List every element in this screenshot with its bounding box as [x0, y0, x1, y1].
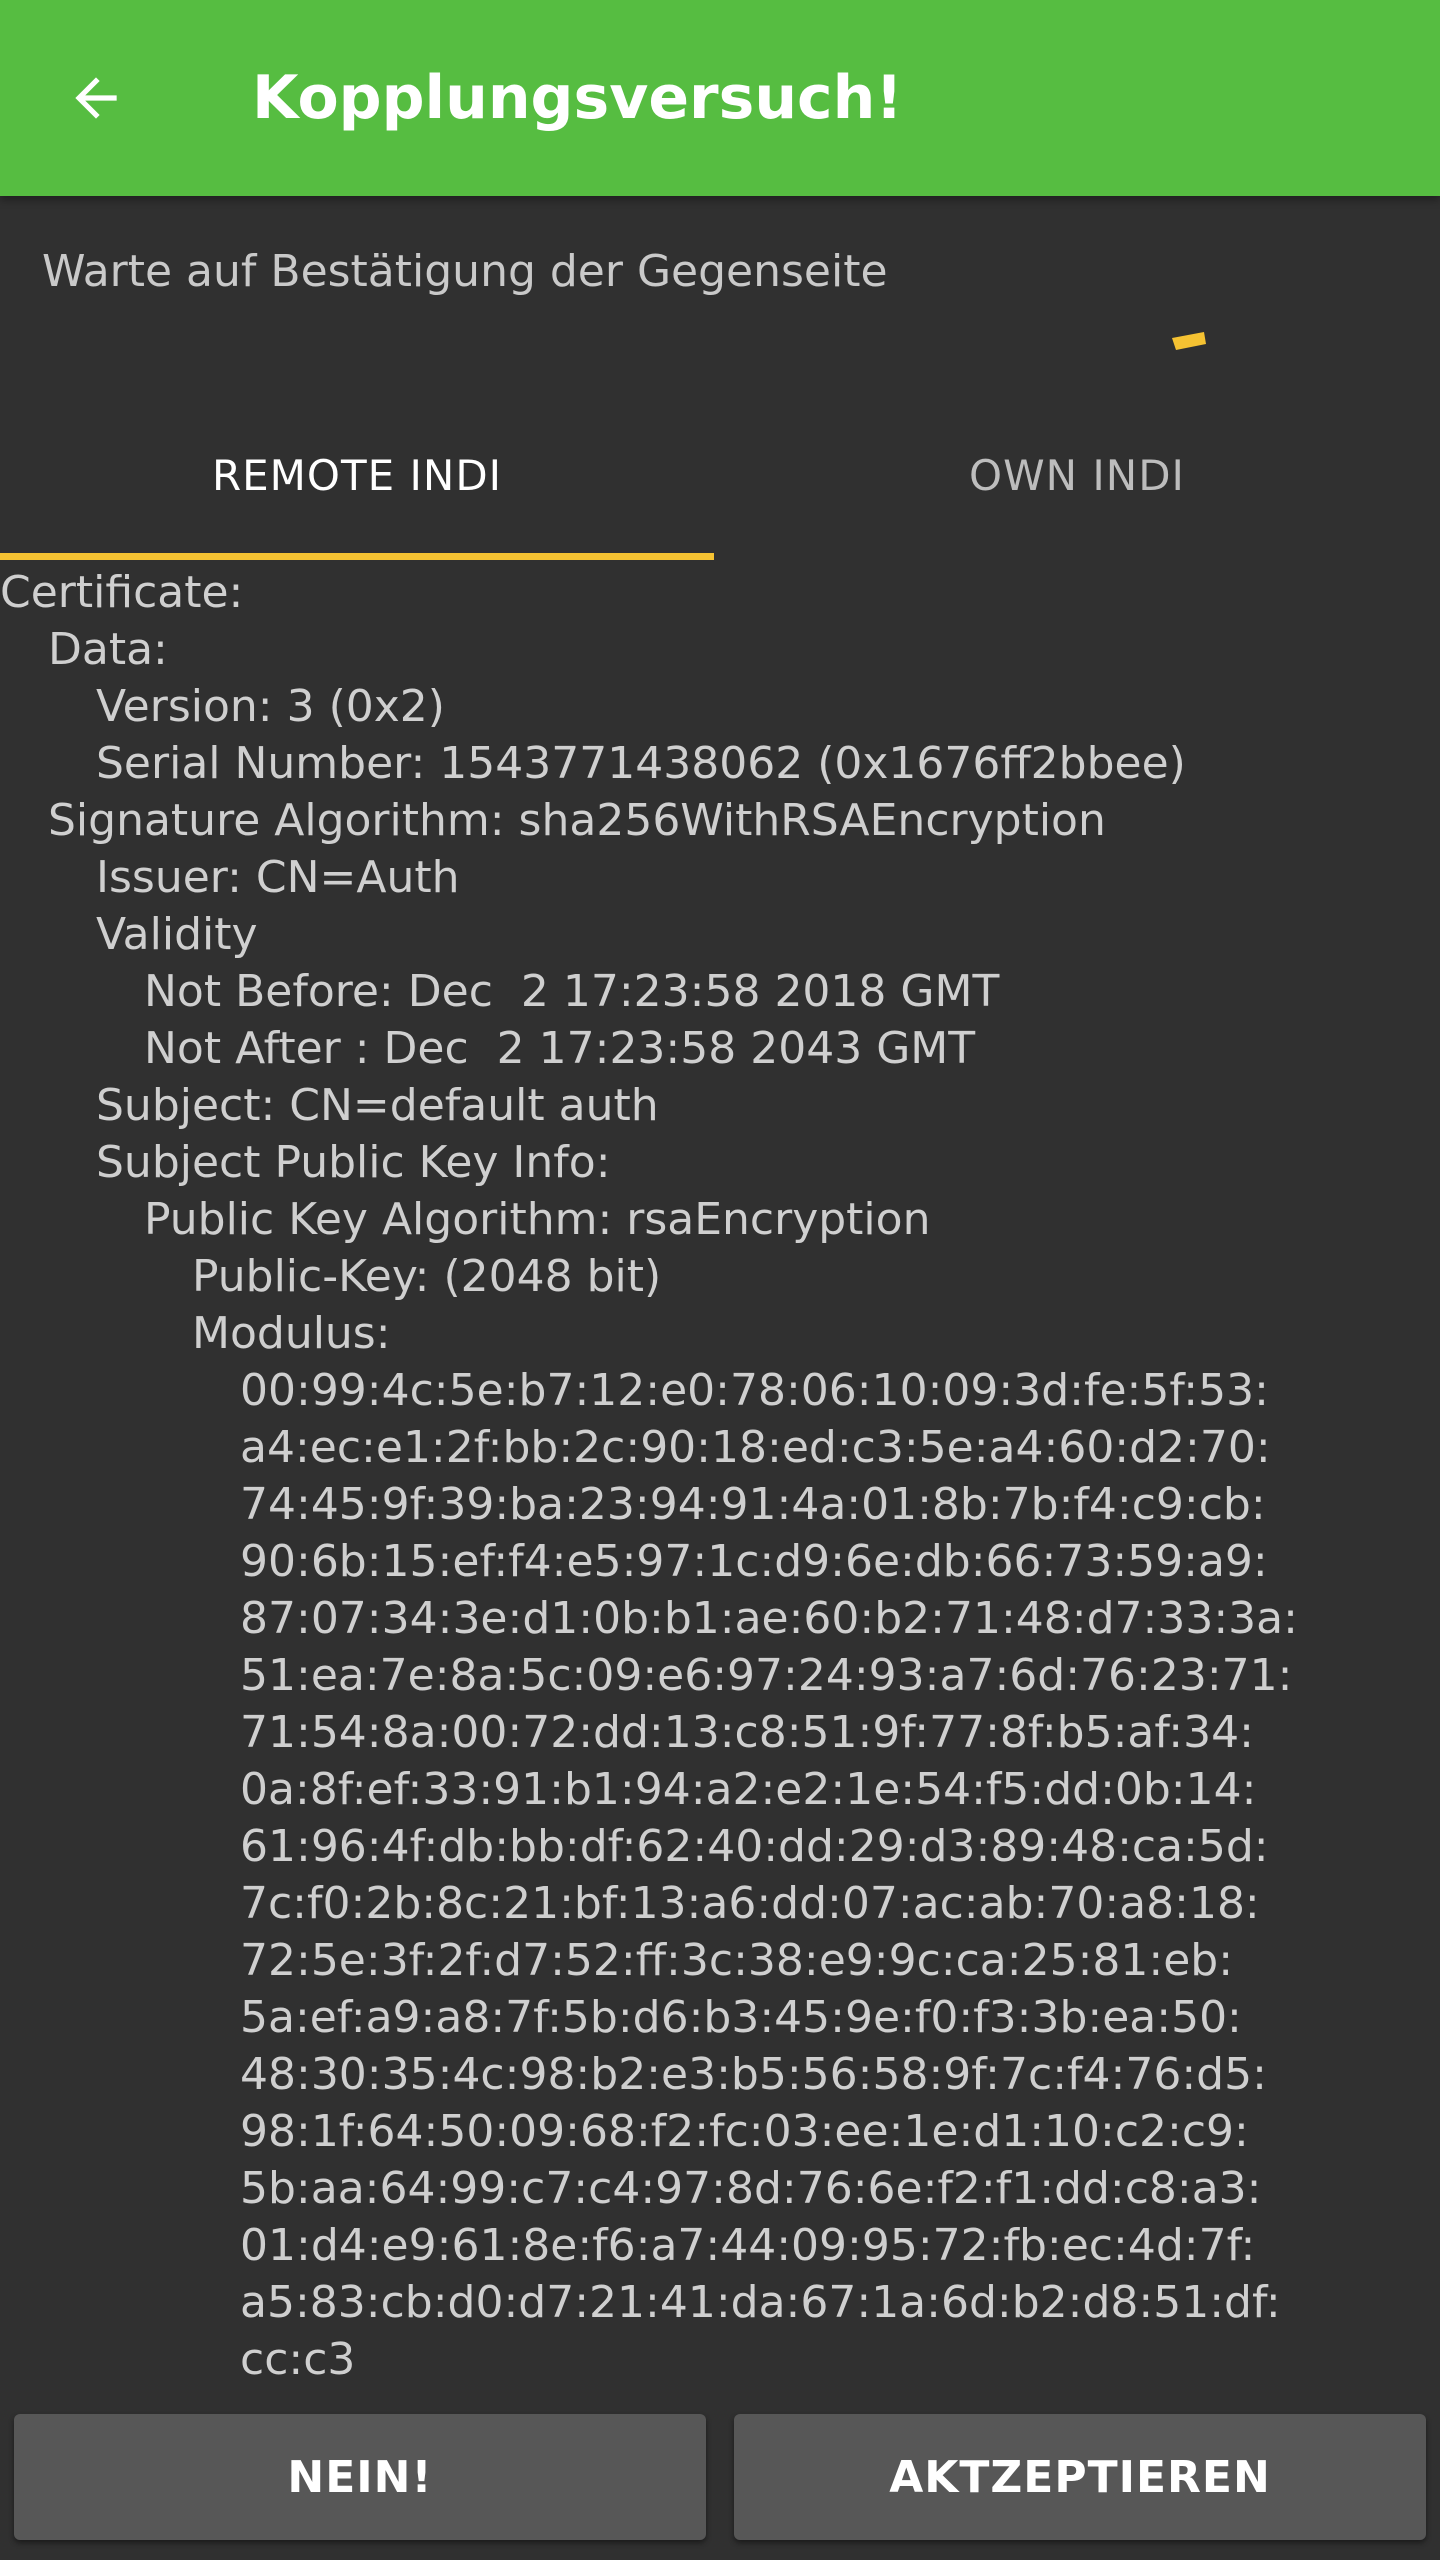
certificate-line: Version: 3 (0x2): [96, 681, 445, 732]
certificate-line: Modulus:: [192, 1308, 391, 1359]
app-bar: Kopplungsversuch!: [0, 0, 1440, 196]
certificate-line: 0a:8f:ef:33:91:b1:94:a2:e2:1e:54:f5:dd:0…: [240, 1764, 1257, 1815]
certificate-line: Serial Number: 1543771438062 (0x1676ff2b…: [96, 738, 1186, 789]
certificate-line: Not Before: Dec 2 17:23:58 2018 GMT: [144, 966, 1000, 1017]
certificate-line: 01:d4:e9:61:8e:f6:a7:44:09:95:72:fb:ec:4…: [240, 2220, 1256, 2271]
tab-bar: REMOTE INDI OWN INDI: [0, 390, 1440, 560]
certificate-line: 90:6b:15:ef:f4:e5:97:1c:d9:6e:db:66:73:5…: [240, 1536, 1268, 1587]
certificate-line: Public-Key: (2048 bit): [192, 1251, 662, 1302]
certificate-line: 61:96:4f:db:bb:df:62:40:dd:29:d3:89:48:c…: [240, 1821, 1269, 1872]
certificate-line: 98:1f:64:50:09:68:f2:fc:03:ee:1e:d1:10:c…: [240, 2106, 1249, 2157]
certificate-line: a4:ec:e1:2f:bb:2c:90:18:ed:c3:5e:a4:60:d…: [240, 1422, 1271, 1473]
certificate-line: Not After : Dec 2 17:23:58 2043 GMT: [144, 1023, 976, 1074]
tab-remote-indi[interactable]: REMOTE INDI: [0, 390, 714, 560]
certificate-line: Signature Algorithm: sha256WithRSAEncryp…: [48, 795, 1106, 846]
page-title: Kopplungsversuch!: [252, 63, 903, 133]
tab-indicator: [0, 553, 714, 560]
loading-spinner-icon: [1172, 332, 1206, 350]
certificate-line: 5b:aa:64:99:c7:c4:97:8d:76:6e:f2:f1:dd:c…: [240, 2163, 1262, 2214]
certificate-line: 51:ea:7e:8a:5c:09:e6:97:24:93:a7:6d:76:2…: [240, 1650, 1293, 1701]
accept-button[interactable]: AKTZEPTIEREN: [734, 2414, 1426, 2540]
certificate-line: Certificate:: [0, 567, 244, 618]
certificate-line: Validity: [96, 909, 258, 960]
certificate-line: Subject: CN=default auth: [96, 1080, 659, 1131]
certificate-line: 48:30:35:4c:98:b2:e3:b5:56:58:9f:7c:f4:7…: [240, 2049, 1267, 2100]
certificate-line: Issuer: CN=Auth: [96, 852, 460, 903]
certificate-line: 5a:ef:a9:a8:7f:5b:d6:b3:45:9e:f0:f3:3b:e…: [240, 1992, 1242, 2043]
status-text: Warte auf Bestätigung der Gegenseite: [42, 246, 888, 297]
certificate-line: Subject Public Key Info:: [96, 1137, 611, 1188]
reject-button[interactable]: NEIN!: [14, 2414, 706, 2540]
back-button[interactable]: [48, 50, 144, 146]
certificate-line: 7c:f0:2b:8c:21:bf:13:a6:dd:07:ac:ab:70:a…: [240, 1878, 1260, 1929]
certificate-line: 87:07:34:3e:d1:0b:b1:ae:60:b2:71:48:d7:3…: [240, 1593, 1298, 1644]
certificate-line: Data:: [48, 624, 168, 675]
certificate-line: 72:5e:3f:2f:d7:52:ff:3c:38:e9:9c:ca:25:8…: [240, 1935, 1234, 1986]
certificate-line: 71:54:8a:00:72:dd:13:c8:51:9f:77:8f:b5:a…: [240, 1707, 1254, 1758]
certificate-line: 74:45:9f:39:ba:23:94:91:4a:01:8b:7b:f4:c…: [240, 1479, 1266, 1530]
tab-own-indi[interactable]: OWN INDI: [714, 390, 1440, 560]
arrow-left-icon: [75, 77, 117, 119]
certificate-text[interactable]: Certificate: Data: Version: 3 (0x2) Serial …: [0, 564, 1440, 2384]
certificate-line: Public Key Algorithm: rsaEncryption: [144, 1194, 931, 1245]
certificate-line: a5:83:cb:d0:d7:21:41:da:67:1a:6d:b2:d8:5…: [240, 2277, 1281, 2328]
certificate-line: 00:99:4c:5e:b7:12:e0:78:06:10:09:3d:fe:5…: [240, 1365, 1269, 1416]
certificate-line: cc:c3: [240, 2334, 356, 2384]
